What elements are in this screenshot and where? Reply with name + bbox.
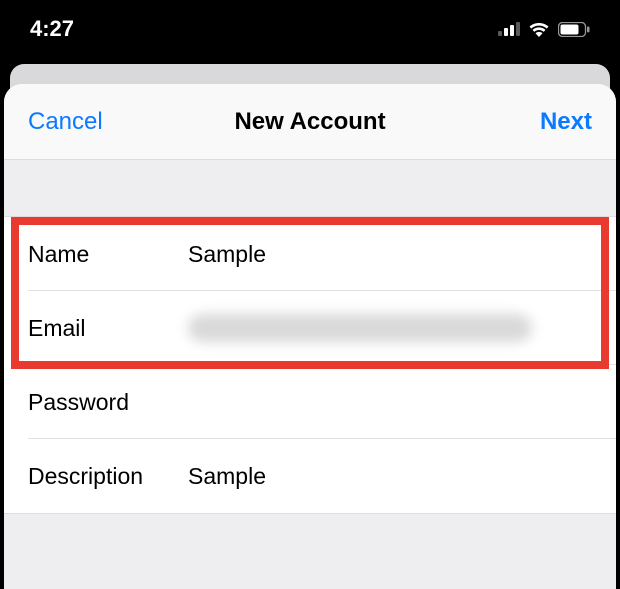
email-field-redacted [188, 314, 532, 342]
cellular-signal-icon [498, 22, 520, 36]
password-field[interactable] [188, 389, 592, 416]
section-spacer [4, 160, 616, 217]
status-bar: 4:27 [0, 0, 620, 58]
name-row[interactable]: Name [4, 217, 616, 291]
name-field[interactable] [188, 241, 592, 268]
page-title: New Account [118, 108, 502, 136]
nav-bar: Cancel New Account Next [4, 84, 616, 160]
description-field[interactable] [188, 463, 592, 490]
email-row[interactable]: Email [4, 291, 616, 365]
name-label: Name [28, 241, 188, 268]
wifi-icon [528, 21, 550, 37]
email-label: Email [28, 315, 188, 342]
status-time: 4:27 [30, 16, 74, 42]
description-row[interactable]: Description [4, 439, 616, 513]
form-group: Name Email Password Description [4, 217, 616, 514]
description-label: Description [28, 463, 188, 490]
password-label: Password [28, 389, 188, 416]
status-icons [498, 21, 590, 37]
cancel-button[interactable]: Cancel [28, 108, 118, 136]
password-row[interactable]: Password [4, 365, 616, 439]
next-button[interactable]: Next [502, 108, 592, 136]
modal-sheet: Cancel New Account Next Name Email Passw… [4, 84, 616, 589]
battery-icon [558, 22, 590, 37]
